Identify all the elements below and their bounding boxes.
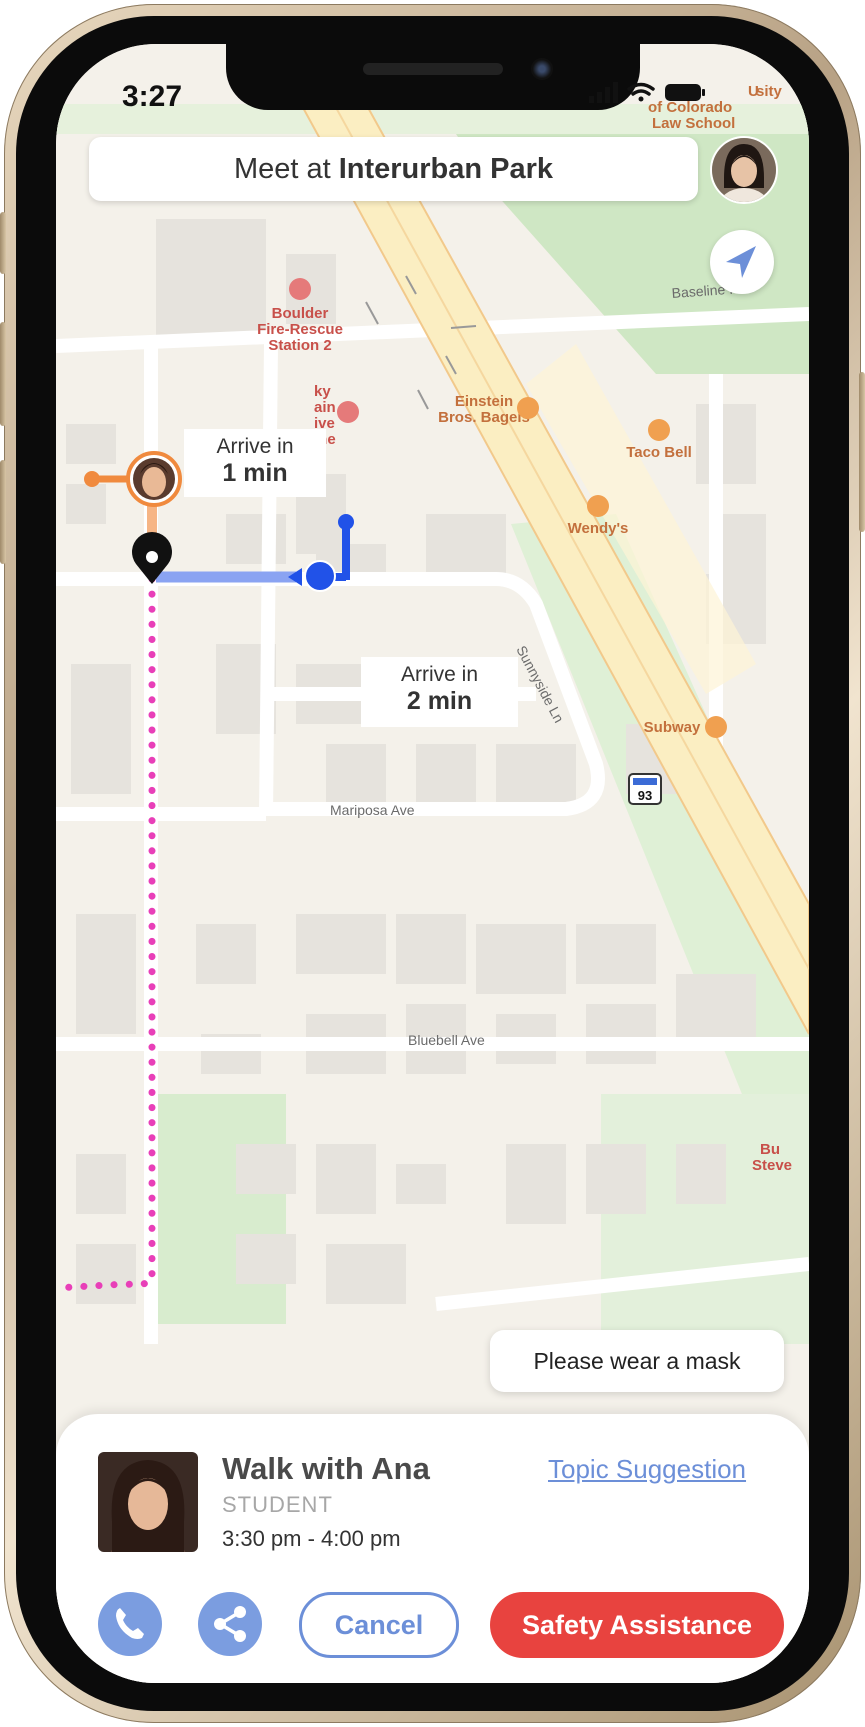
walk-role: STUDENT xyxy=(222,1492,333,1517)
eta-1-time: 1 min xyxy=(222,459,288,487)
fastfood-icon xyxy=(587,495,609,517)
poi-fire-line1: Boulder xyxy=(272,305,329,322)
poi-taco-bell: Taco Bell xyxy=(626,444,692,461)
ana-avatar[interactable] xyxy=(98,1452,198,1552)
poi-burger-line2: Steve xyxy=(752,1157,792,1174)
street-label-mariposa: Mariposa Ave xyxy=(330,802,415,818)
poi-lucky-line2: ain xyxy=(314,399,336,416)
spa-icon xyxy=(337,401,359,423)
eta-label-ana: Arrive in 1 min xyxy=(184,429,326,497)
mask-notice: Please wear a mask xyxy=(490,1330,784,1392)
walk-title: Walk with Ana xyxy=(222,1451,430,1486)
meet-prefix: Meet at xyxy=(233,152,331,185)
meet-location-bar[interactable]: Meet at Interurban Park xyxy=(89,137,698,201)
safety-assistance-button[interactable]: Safety Assistance xyxy=(490,1592,784,1658)
user-avatar[interactable] xyxy=(710,136,778,204)
wifi-icon xyxy=(627,82,655,102)
poi-einstein-line2: Bros. Bagels xyxy=(438,409,530,426)
poi-subway: Subway xyxy=(644,719,701,736)
topic-suggestion-link[interactable]: Topic Suggestion xyxy=(548,1454,746,1485)
share-icon xyxy=(214,1606,246,1642)
ana-avatar-image xyxy=(98,1452,198,1552)
phone-icon xyxy=(116,1608,144,1639)
recenter-button[interactable] xyxy=(710,230,774,294)
poi-univ-line1b: sity xyxy=(756,83,783,100)
poi-fire-line2: Fire-Rescue xyxy=(257,321,343,338)
signal-icon xyxy=(589,82,618,103)
poi-lucky-line1: ky xyxy=(314,383,331,400)
poi-univ-line3: Law School xyxy=(652,115,735,132)
power-button xyxy=(859,372,865,532)
restaurant-icon-2 xyxy=(705,716,727,738)
call-button[interactable] xyxy=(98,1592,162,1656)
cancel-button[interactable]: Cancel xyxy=(299,1592,459,1658)
volume-up-button xyxy=(0,322,6,426)
ana-map-avatar[interactable] xyxy=(126,451,182,507)
speaker-grille xyxy=(363,63,503,75)
coffee-icon xyxy=(517,397,539,419)
user-avatar-image xyxy=(712,138,776,202)
status-icons xyxy=(589,82,705,103)
poi-fire-line3: Station 2 xyxy=(268,337,331,354)
location-arrow-icon xyxy=(726,246,756,278)
volume-down-button xyxy=(0,460,6,564)
share-button[interactable] xyxy=(198,1592,262,1656)
walk-time: 3:30 pm - 4:00 pm xyxy=(222,1526,401,1551)
svg-text:93: 93 xyxy=(638,788,652,803)
notch xyxy=(226,44,640,110)
eta-2-time: 2 min xyxy=(406,687,473,715)
restaurant-icon xyxy=(648,419,670,441)
fire-station-icon xyxy=(289,278,311,300)
highway-shield-icon: 93 xyxy=(628,773,662,805)
meet-place: Interurban Park xyxy=(338,152,554,185)
status-time: 3:27 xyxy=(122,80,183,113)
street-label-bluebell: Bluebell Ave xyxy=(408,1032,485,1048)
eta-2-label: Arrive in xyxy=(400,663,479,686)
phone-screen: Baseline R Sunnyside Ln Mariposa Ave Blu… xyxy=(56,44,809,1683)
eta-1-label: Arrive in xyxy=(216,435,294,458)
front-camera xyxy=(531,58,553,80)
poi-wendys: Wendy's xyxy=(568,520,629,537)
poi-einstein-line1: Einstein xyxy=(455,393,513,410)
poi-burger-line1: Bu xyxy=(760,1141,780,1158)
eta-label-user: Arrive in 2 min xyxy=(361,657,518,727)
mute-switch xyxy=(0,212,6,274)
walk-details-sheet: Walk with Ana STUDENT 3:30 pm - 4:00 pm … xyxy=(56,1414,809,1683)
battery-icon xyxy=(665,84,705,101)
